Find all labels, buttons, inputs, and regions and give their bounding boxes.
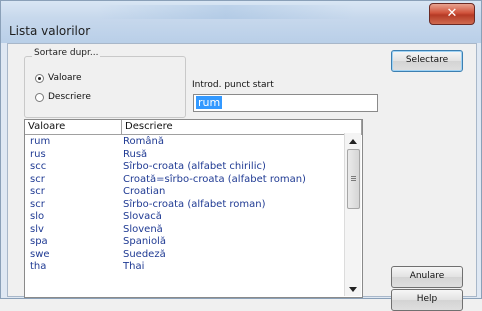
list-item[interactable]: swe Suedeză — [25, 249, 347, 262]
radio-label-description: Descriere — [48, 92, 91, 102]
radio-sort-value[interactable]: Valoare — [35, 73, 82, 83]
list-item-value: slv — [30, 223, 44, 235]
dialog-window: Lista valorilor ✕ Valoare Descriere Sort… — [0, 0, 482, 311]
list-item[interactable]: scc Sîrbo-croata (alfabet chirilic) — [25, 161, 347, 174]
radio-sort-description[interactable]: Descriere — [35, 92, 91, 102]
radio-unselected-icon — [35, 92, 44, 102]
list-item-description: Croatian — [123, 186, 166, 197]
scroll-thumb[interactable] — [347, 149, 360, 209]
list-item-description: Thai — [123, 261, 145, 272]
list-item-value: scr — [30, 198, 45, 210]
close-icon: ✕ — [446, 6, 458, 21]
scroll-down-arrow-icon[interactable] — [349, 287, 357, 292]
column-header-description[interactable]: Descriere — [122, 120, 362, 134]
window-title: Lista valorilor — [9, 24, 91, 38]
list-item[interactable]: rus Rusă — [25, 149, 347, 162]
list-item[interactable]: slo Slovacă — [25, 211, 347, 224]
list-item-description: Sîrbo-croata (alfabet chirilic) — [123, 161, 266, 172]
radio-selected-icon — [35, 73, 44, 83]
scroll-grip-icon — [351, 176, 356, 177]
list-rows: rum Română rus Rusă scc Sîrbo-croata (alfabet… — [25, 136, 347, 274]
list-item-description: Spaniolă — [123, 236, 166, 247]
close-button[interactable]: ✕ — [429, 3, 475, 25]
list-item[interactable]: spa Spaniolă — [25, 236, 347, 249]
sort-group: Valoare Descriere — [24, 56, 186, 118]
select-button[interactable]: Selectare — [391, 50, 463, 72]
values-list[interactable]: Valoare Descriere rum Română rus Rusă scc Sîr… — [24, 119, 363, 298]
list-item[interactable]: slv Slovenă — [25, 224, 347, 237]
title-bar[interactable]: Lista valorilor ✕ — [1, 1, 481, 43]
list-item[interactable]: scr Croatian — [25, 186, 347, 199]
list-header: Valoare Descriere — [25, 120, 362, 135]
list-item[interactable]: scr Croată=sîrbo-croata (alfabet roman) — [25, 174, 347, 187]
list-item[interactable]: rum Română — [25, 136, 347, 149]
list-item-value: slo — [30, 211, 45, 222]
list-item-value: rus — [30, 148, 46, 160]
list-item-description: Rusă — [123, 148, 148, 160]
title-bar-decoration — [96, 5, 356, 19]
list-item-description: Suedeză — [123, 248, 166, 260]
start-point-value: rum — [196, 96, 223, 109]
list-item-value: swe — [30, 248, 50, 260]
list-item-value: spa — [30, 236, 48, 247]
scroll-up-arrow-icon[interactable] — [349, 139, 357, 144]
list-item-description: Slovacă — [123, 211, 162, 222]
list-item-description: Sîrbo-croata (alfabet roman) — [123, 198, 266, 210]
list-item-value: scc — [30, 161, 47, 172]
list-item-value: tha — [30, 261, 47, 272]
column-header-value[interactable]: Valoare — [25, 120, 122, 134]
radio-label-value: Valoare — [48, 73, 82, 83]
list-item-description: Română — [123, 136, 164, 147]
cancel-button[interactable]: Anulare — [391, 266, 463, 288]
list-item-value: rum — [30, 136, 51, 147]
list-item-value: scr — [30, 173, 45, 185]
list-item-description: Slovenă — [123, 223, 163, 235]
list-item-description: Croată=sîrbo-croata (alfabet roman) — [123, 173, 306, 185]
start-point-input[interactable]: rum — [193, 94, 378, 112]
start-point-label: Introd. punct start — [192, 80, 274, 90]
vertical-scrollbar[interactable] — [344, 133, 361, 296]
help-button[interactable]: Help — [391, 289, 463, 311]
list-item[interactable]: tha Thai — [25, 261, 347, 274]
sort-group-legend: Sortare dupr... — [32, 48, 101, 58]
list-item[interactable]: scr Sîrbo-croata (alfabet roman) — [25, 199, 347, 212]
dialog-body: Valoare Descriere Sortare dupr... Introd… — [7, 43, 477, 311]
list-item-value: scr — [30, 186, 45, 197]
